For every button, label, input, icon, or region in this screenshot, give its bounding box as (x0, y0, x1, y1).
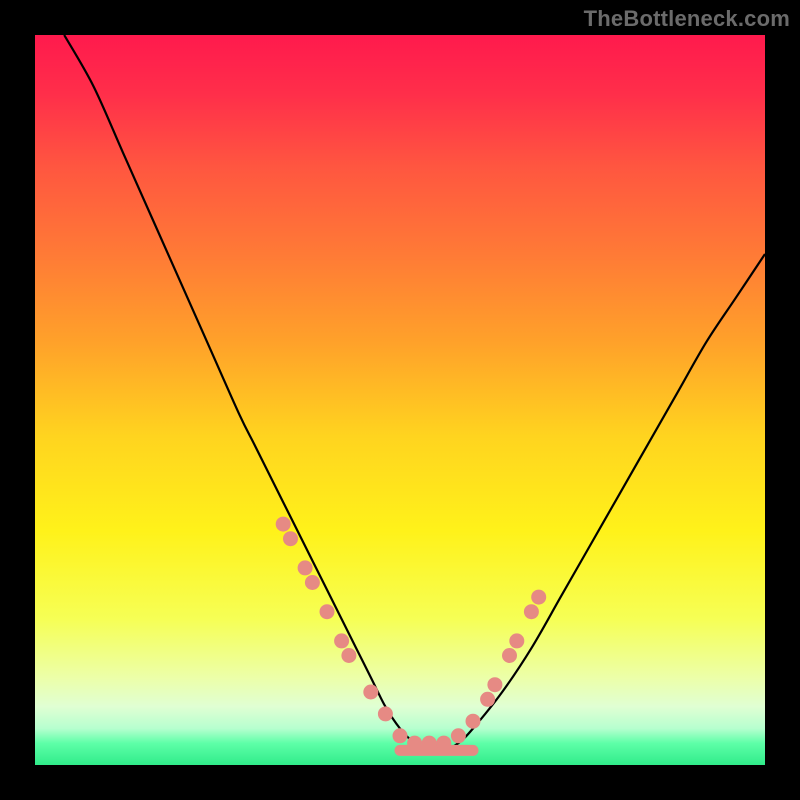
chart-frame: TheBottleneck.com (0, 0, 800, 800)
background-gradient (35, 35, 765, 765)
plot-area (35, 35, 765, 765)
watermark-text: TheBottleneck.com (584, 6, 790, 32)
